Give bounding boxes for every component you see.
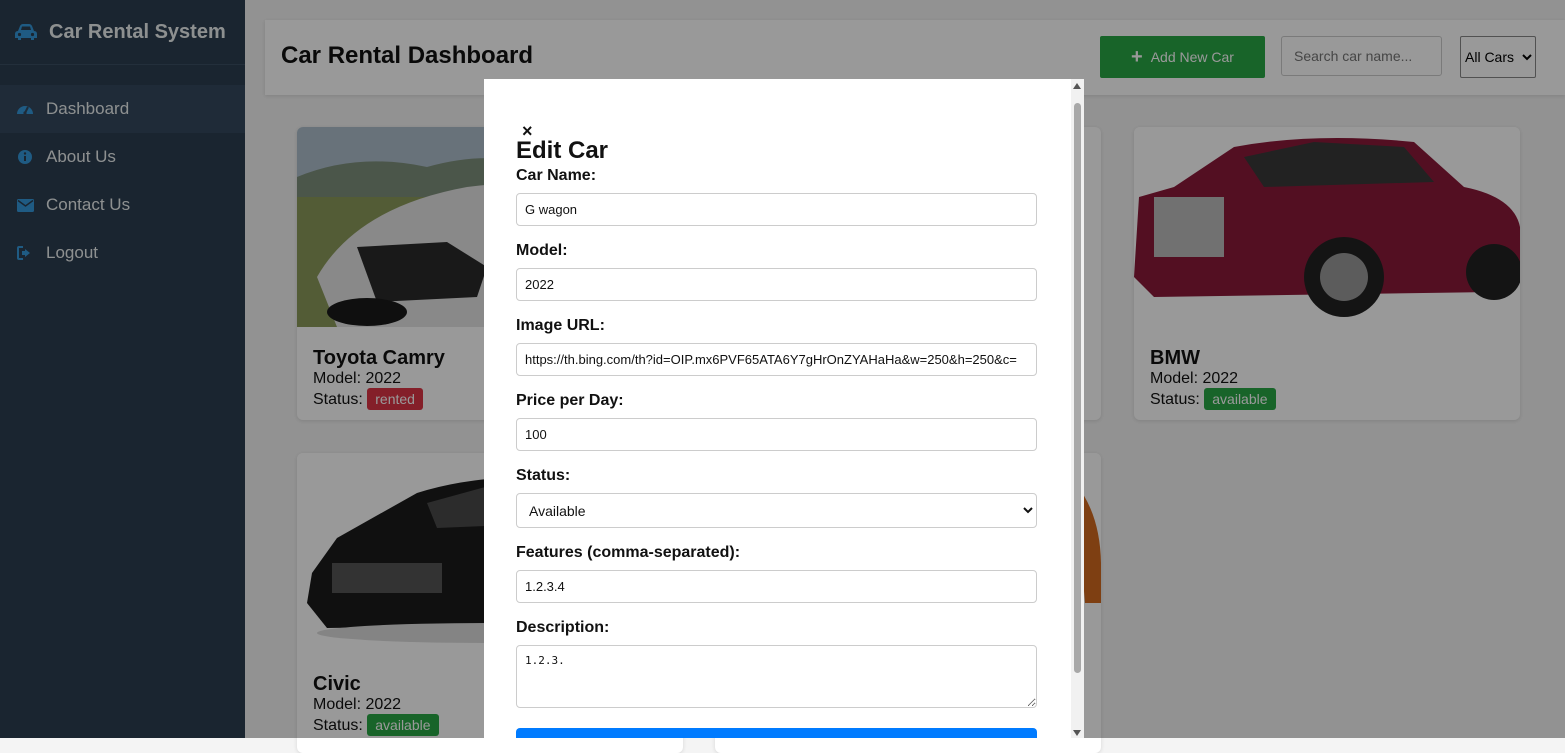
features-label: Features (comma-separated): [516,544,741,561]
scroll-thumb[interactable] [1074,103,1081,673]
edit-car-modal: × Edit Car Car Name: Model: Image URL: P… [484,79,1084,738]
image-url-input[interactable] [516,343,1037,376]
scroll-down-arrow-icon[interactable] [1073,730,1081,736]
features-input[interactable] [516,570,1037,603]
car-name-label: Car Name: [516,167,597,184]
description-label: Description: [516,619,610,636]
modal-scrollbar[interactable] [1071,79,1084,738]
price-label: Price per Day: [516,392,624,409]
price-input[interactable] [516,418,1037,451]
scroll-up-arrow-icon[interactable] [1073,83,1081,89]
image-url-label: Image URL: [516,317,605,334]
status-field-label: Status: [516,467,571,484]
model-input[interactable] [516,268,1037,301]
model-label: Model: [516,242,568,259]
car-name-input[interactable] [516,193,1037,226]
description-textarea[interactable]: 1.2.3. [516,645,1037,708]
status-select[interactable]: Available [516,493,1037,528]
save-car-button[interactable] [516,728,1037,738]
modal-title: Edit Car [516,137,609,164]
